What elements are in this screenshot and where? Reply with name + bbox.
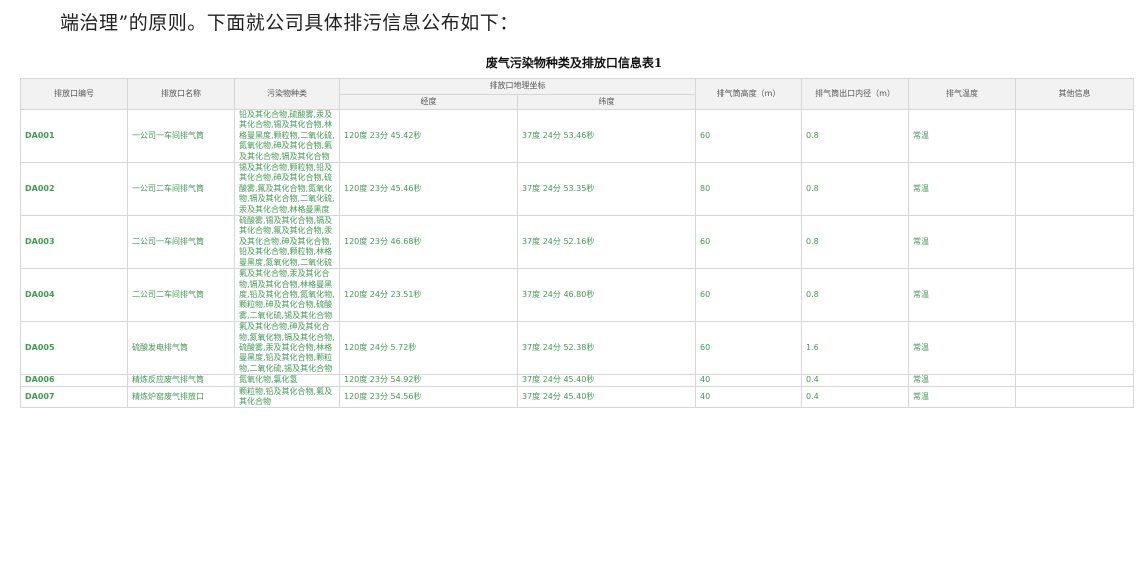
header-longitude: 经度 [339,94,518,110]
cell-code: DA006 [20,374,128,387]
cell-longitude: 120度 23分 54.92秒 [339,374,518,387]
cell-pollutants: 铅及其化合物,硫酸雾,汞及其化合物,锡及其化合物,林格曼黑度,颗粒物,二氧化硫,… [234,108,340,164]
emission-table: 排放口编号 排放口名称 污染物种类 排放口地理坐标 排气筒高度（m） 排气筒出口… [20,78,1134,409]
cell-temp: 常温 [908,215,1016,270]
cell-height: 60 [695,321,802,376]
cell-code: DA001 [20,108,128,164]
intro-paragraph: 端治理”的原则。下面就公司具体排污信息公布如下： [60,12,519,34]
cell-height: 60 [695,215,802,270]
cell-name: 精炼反应废气排气筒 [127,374,235,387]
table-row: DA004 二公司二车间排气筒 氟及其化合物,汞及其化合物,镉及其化合物,林格曼… [20,268,1134,323]
cell-height: 40 [695,385,802,409]
cell-pollutants: 颗粒物,铅及其化合物,氟及其化合物 [234,385,340,409]
cell-longitude: 120度 24分 23.51秒 [339,268,518,323]
cell-temp: 常温 [908,162,1016,217]
cell-height: 40 [695,374,802,387]
cell-height: 60 [695,268,802,323]
table-row: DA007 精炼炉窑废气排放口 颗粒物,铅及其化合物,氟及其化合物 120度 2… [20,385,1134,409]
table-row: DA001 一公司一车间排气筒 铅及其化合物,硫酸雾,汞及其化合物,锡及其化合物… [20,108,1134,164]
cell-diameter: 0.8 [801,215,909,270]
cell-pollutants: 氟及其化合物,砷及其化合物,氮氧化物,镉及其化合物,硫酸雾,汞及其化合物,林格曼… [234,321,340,376]
cell-latitude: 37度 24分 45.40秒 [517,385,696,409]
cell-latitude: 37度 24分 52.16秒 [517,215,696,270]
header-code: 排放口编号 [20,78,128,110]
cell-latitude: 37度 24分 53.35秒 [517,162,696,217]
table-row: DA005 硫酸发电排气筒 氟及其化合物,砷及其化合物,氮氧化物,镉及其化合物,… [20,321,1134,376]
cell-longitude: 120度 23分 46.68秒 [339,215,518,270]
cell-height: 80 [695,162,802,217]
cell-name: 二公司一车间排气筒 [127,215,235,270]
cell-temp: 常温 [908,108,1016,164]
cell-diameter: 0.4 [801,385,909,409]
cell-diameter: 0.8 [801,162,909,217]
table-row: DA002 一公司二车间排气筒 锡及其化合物,颗粒物,铅及其化合物,砷及其化合物… [20,162,1134,217]
cell-other [1015,215,1134,270]
cell-pollutants: 硫酸雾,锡及其化合物,镉及其化合物,氟及其化合物,汞及其化合物,砷及其化合物,铅… [234,215,340,270]
header-pollutants: 污染物种类 [234,78,340,110]
cell-latitude: 37度 24分 46.80秒 [517,268,696,323]
cell-latitude: 37度 24分 52.38秒 [517,321,696,376]
cell-other [1015,321,1134,376]
cell-other [1015,162,1134,217]
cell-temp: 常温 [908,321,1016,376]
cell-pollutants: 氟及其化合物,汞及其化合物,镉及其化合物,林格曼黑度,铅及其化合物,氮氧化物,颗… [234,268,340,323]
cell-code: DA003 [20,215,128,270]
cell-name: 一公司二车间排气筒 [127,162,235,217]
header-temp: 排气温度 [908,78,1016,110]
cell-other [1015,108,1134,164]
cell-name: 一公司一车间排气筒 [127,108,235,164]
cell-latitude: 37度 24分 53.46秒 [517,108,696,164]
cell-latitude: 37度 24分 45.40秒 [517,374,696,387]
cell-other [1015,374,1134,387]
header-name: 排放口名称 [127,78,235,110]
cell-name: 二公司二车间排气筒 [127,268,235,323]
cell-diameter: 0.8 [801,108,909,164]
cell-longitude: 120度 24分 5.72秒 [339,321,518,376]
cell-longitude: 120度 23分 54.56秒 [339,385,518,409]
header-latitude: 纬度 [517,94,696,110]
table-title: 废气污染物种类及排放口信息表1 [485,56,663,70]
table-row: DA006 精炼反应废气排气筒 氮氧化物,氯化氢 120度 23分 54.92秒… [20,374,1134,387]
cell-diameter: 0.8 [801,268,909,323]
cell-other [1015,385,1134,409]
cell-pollutants: 锡及其化合物,颗粒物,铅及其化合物,砷及其化合物,硫酸雾,氟及其化合物,氮氧化物… [234,162,340,217]
cell-temp: 常温 [908,374,1016,387]
header-height: 排气筒高度（m） [695,78,802,110]
cell-code: DA002 [20,162,128,217]
cell-other [1015,268,1134,323]
cell-code: DA007 [20,385,128,409]
header-diameter: 排气筒出口内径（m） [801,78,909,110]
table-row: DA003 二公司一车间排气筒 硫酸雾,锡及其化合物,镉及其化合物,氟及其化合物… [20,215,1134,270]
cell-diameter: 1.6 [801,321,909,376]
cell-code: DA004 [20,268,128,323]
header-other: 其他信息 [1015,78,1134,110]
header-coords: 排放口地理坐标 [339,78,696,95]
cell-diameter: 0.4 [801,374,909,387]
cell-name: 精炼炉窑废气排放口 [127,385,235,409]
cell-temp: 常温 [908,268,1016,323]
cell-longitude: 120度 23分 45.42秒 [339,108,518,164]
cell-pollutants: 氮氧化物,氯化氢 [234,374,340,387]
cell-name: 硫酸发电排气筒 [127,321,235,376]
cell-height: 60 [695,108,802,164]
cell-longitude: 120度 23分 45.46秒 [339,162,518,217]
cell-temp: 常温 [908,385,1016,409]
cell-code: DA005 [20,321,128,376]
